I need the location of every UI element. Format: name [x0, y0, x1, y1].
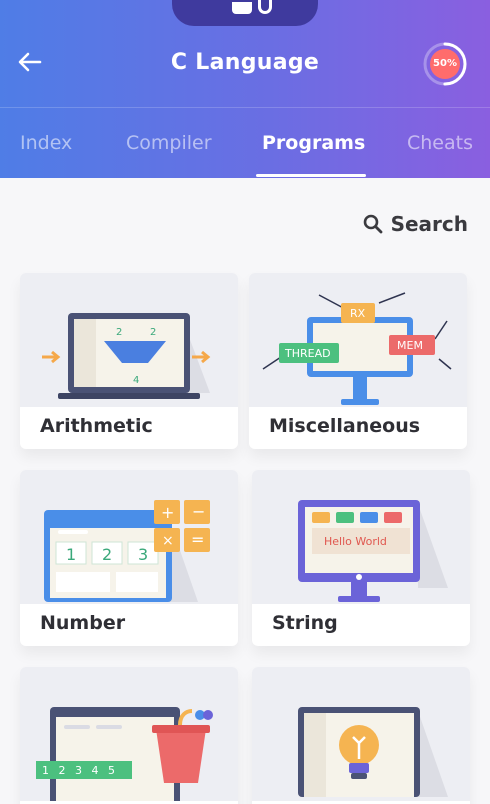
art-text: 4	[92, 764, 99, 777]
tab-index[interactable]: Index	[20, 132, 72, 154]
art-text: 2	[59, 764, 66, 777]
search-icon	[363, 214, 382, 234]
card-title: Number	[40, 612, 126, 634]
miscellaneous-illustration: RX THREAD MEM	[249, 273, 467, 407]
idea-illustration	[252, 667, 470, 801]
string-illustration: Hello World	[252, 470, 470, 604]
tab-cheats[interactable]: Cheats	[407, 132, 473, 154]
search-button[interactable]: Search	[363, 212, 468, 236]
program-card-string[interactable]: Hello World String	[252, 470, 470, 646]
card-title: Miscellaneous	[269, 415, 421, 437]
card-title: Arithmetic	[40, 415, 153, 437]
svg-text:×: ×	[162, 533, 174, 549]
card-title: String	[272, 612, 338, 634]
device-notch	[172, 0, 318, 26]
page-title: C Language	[170, 50, 320, 75]
program-card-number[interactable]: 1 2 3 + − × = Number	[20, 470, 238, 646]
program-card-miscellaneous[interactable]: RX THREAD MEM Miscellaneous	[249, 273, 467, 449]
art-text: 1	[66, 545, 76, 564]
progress-label: 50%	[433, 58, 457, 69]
art-text: RX	[350, 307, 366, 320]
tab-programs[interactable]: Programs	[262, 132, 365, 154]
svg-text:+: +	[161, 503, 174, 522]
app-header: C Language 50% Index Compiler Programs C…	[0, 0, 490, 178]
svg-text:=: =	[191, 530, 204, 549]
program-card-idea[interactable]	[252, 667, 470, 804]
progress-indicator: 50%	[422, 41, 468, 87]
array-illustration: 1 2 3 4 5	[20, 667, 238, 804]
arithmetic-illustration: 2 2 4	[20, 273, 238, 407]
art-text: 2	[150, 327, 156, 338]
art-text: 4	[133, 375, 139, 386]
active-tab-indicator	[256, 174, 366, 177]
search-label: Search	[390, 212, 468, 236]
art-text: 3	[138, 545, 148, 564]
art-text: MEM	[397, 339, 423, 352]
svg-text:−: −	[192, 502, 205, 521]
number-illustration: 1 2 3 + − × =	[20, 470, 238, 604]
tab-compiler[interactable]: Compiler	[126, 132, 212, 154]
art-text: 2	[102, 545, 112, 564]
art-text: Hello World	[324, 535, 387, 548]
art-text: 3	[75, 764, 82, 777]
tab-bar: Index Compiler Programs Cheats	[0, 108, 490, 178]
art-text: 2	[116, 327, 122, 338]
art-text: 5	[108, 764, 115, 777]
art-text: THREAD	[284, 347, 331, 360]
art-text: 1	[42, 764, 49, 777]
program-card-array[interactable]: 1 2 3 4 5	[20, 667, 238, 804]
program-card-arithmetic[interactable]: 2 2 4 Arithmetic	[20, 273, 238, 449]
